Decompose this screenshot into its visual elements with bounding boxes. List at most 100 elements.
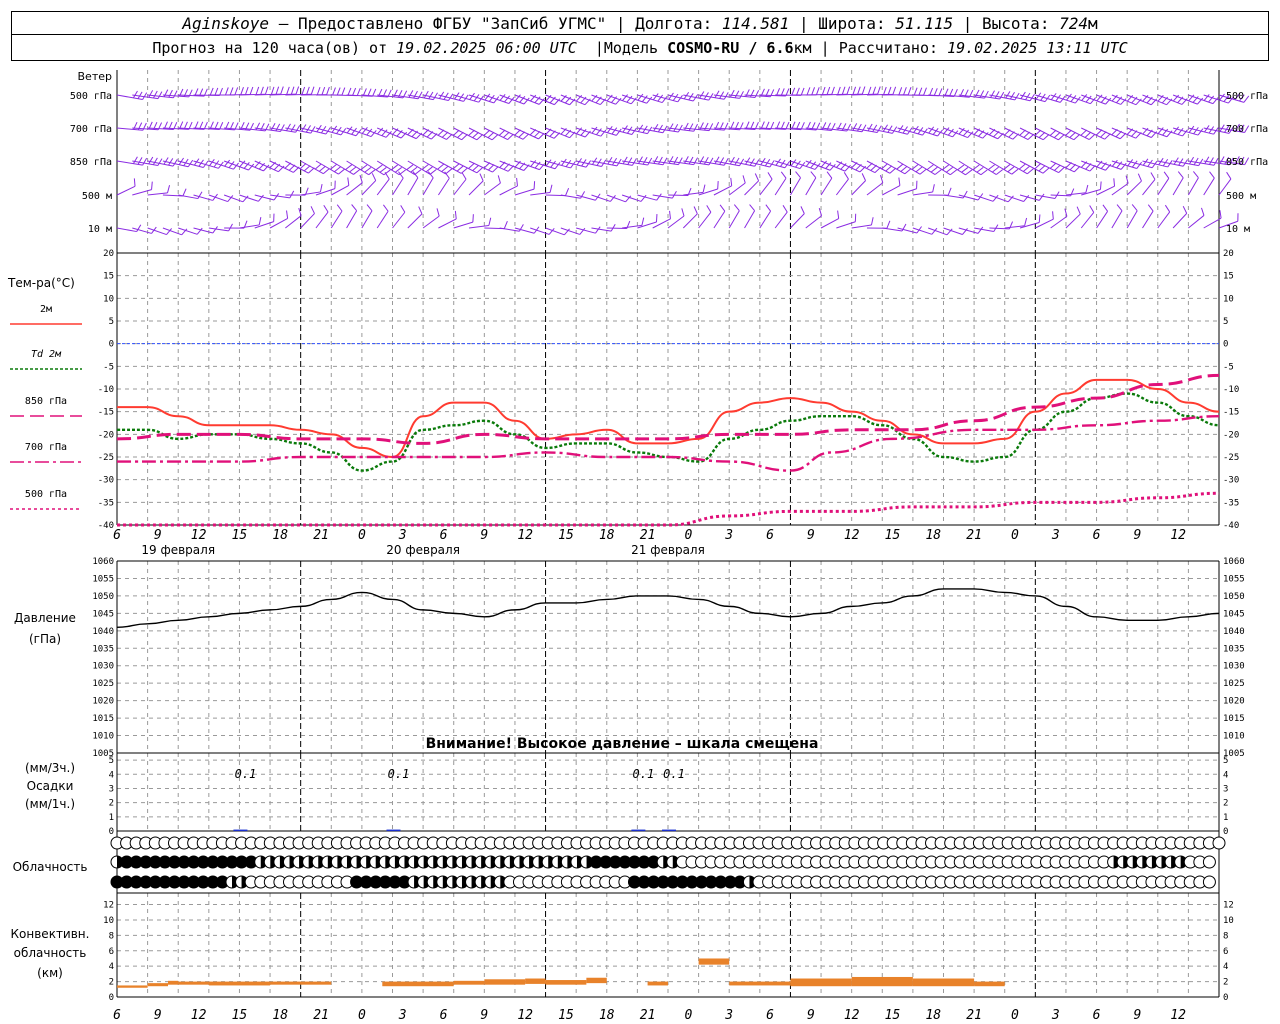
wind-barb-feather xyxy=(212,226,218,234)
wind-barb xyxy=(361,180,377,196)
wind-barb-feather xyxy=(1147,204,1154,212)
wind-barb xyxy=(361,127,387,138)
wind-barb-feather xyxy=(1213,158,1219,166)
convective-title-3: (км) xyxy=(37,966,63,980)
wind-barb-feather xyxy=(323,168,330,175)
x-tick-label-bottom: 12 xyxy=(1170,1008,1186,1023)
x-tick-label-bottom: 21 xyxy=(966,1008,982,1023)
wind-barb xyxy=(468,94,494,104)
alt-value: 724 xyxy=(1059,13,1088,33)
wind-barb-feather xyxy=(172,159,178,167)
tick-label-right: 1050 xyxy=(1223,592,1245,602)
wind-barb-feather xyxy=(468,162,475,169)
legend-label-2: 850 гПа xyxy=(25,396,67,407)
convective-segment xyxy=(117,985,148,988)
wind-barb-feather xyxy=(719,204,726,212)
wind-barb-feather xyxy=(157,91,163,99)
x-tick-label: 12 xyxy=(844,528,860,543)
tick-label-right: 2 xyxy=(1223,799,1228,809)
wind-barb xyxy=(407,177,419,196)
tick-label-right: 12 xyxy=(1223,901,1234,911)
precip-bar xyxy=(386,829,401,832)
wind-level-label-left: 500 гПа xyxy=(70,91,112,102)
convective-segment xyxy=(168,980,179,985)
wind-barb-feather xyxy=(669,210,671,219)
x-tick-label: 3 xyxy=(398,528,407,543)
tick-label-right: -30 xyxy=(1223,476,1239,486)
wind-barb-feather xyxy=(957,164,965,171)
wind-barb-feather xyxy=(225,87,229,96)
wind-barb xyxy=(958,227,979,234)
wind-barb-feather xyxy=(229,87,234,96)
wind-barb-feather xyxy=(336,204,343,212)
wind-barb-feather xyxy=(930,166,938,173)
tick-label-right: 5 xyxy=(1223,756,1228,766)
tick-label-left: 12 xyxy=(103,901,114,911)
wind-barb-feather xyxy=(306,86,310,95)
wind-barb xyxy=(928,127,953,138)
wind-barb xyxy=(1081,94,1106,105)
wind-barb-feather xyxy=(338,168,345,175)
wind-barb-feather xyxy=(867,123,873,132)
wind-barb-feather xyxy=(301,86,306,95)
wind-barb-feather xyxy=(1173,126,1179,134)
tick-label-left: -40 xyxy=(98,521,114,531)
wind-barb-feather xyxy=(1038,131,1046,138)
series-2 xyxy=(116,373,1220,445)
wind-barb-feather xyxy=(394,167,402,173)
wind-barb-feather xyxy=(622,156,628,165)
wind-barb-feather xyxy=(132,156,138,164)
convective-segment xyxy=(647,981,668,986)
legend-label-0: 2м xyxy=(40,304,52,315)
wind-barb-feather xyxy=(353,169,361,175)
cloud-symbol xyxy=(1212,836,1226,850)
alt-unit: м xyxy=(1088,13,1098,33)
wind-barb-feather xyxy=(1007,166,1015,173)
wind-barb-feather xyxy=(428,91,434,100)
model-name: COSMO-RU / 6.6 xyxy=(667,38,794,57)
separator: | xyxy=(615,13,626,33)
wind-barb xyxy=(1019,94,1046,103)
wind-barb-feather xyxy=(408,90,414,98)
tick-label-left: 15 xyxy=(103,272,114,282)
wind-barb-feather xyxy=(476,134,484,141)
x-tick-label-bottom: 0 xyxy=(684,1008,692,1023)
wind-barb xyxy=(774,211,788,229)
tick-label-left: 0 xyxy=(109,827,114,837)
wind-barb-feather xyxy=(1042,133,1050,141)
wind-barb-feather xyxy=(841,86,846,95)
x-tick-label-bottom: 3 xyxy=(724,1008,733,1023)
wind-barb-feather xyxy=(990,90,995,98)
wind-barb-feather xyxy=(414,169,422,175)
cloud-layer xyxy=(110,836,1226,889)
tick-label-left: 10 xyxy=(103,916,114,926)
lat-value: 51.115 xyxy=(895,13,954,33)
precip-annotation: 0.1 xyxy=(663,767,685,781)
wind-barb-feather xyxy=(883,86,887,95)
wind-barb-feather xyxy=(673,124,679,132)
tick-label-right: -35 xyxy=(1223,498,1239,508)
wind-barb-feather xyxy=(668,156,674,164)
wind-barb xyxy=(1142,94,1167,106)
tick-label-left: 1050 xyxy=(92,592,114,602)
x-tick-label-bottom: 9 xyxy=(1133,1008,1141,1023)
wind-barb-feather xyxy=(1136,161,1143,169)
wind-barb xyxy=(820,177,833,196)
wind-level-label-left: 500 м xyxy=(82,191,112,202)
separator: | xyxy=(798,13,809,33)
tick-label-left: 6 xyxy=(109,947,114,957)
wind-barb-feather xyxy=(1042,167,1050,174)
wind-barb xyxy=(1096,211,1109,229)
wind-barb-feather xyxy=(872,86,877,95)
wind-barb-feather xyxy=(826,86,831,95)
tick-label-left: 1020 xyxy=(92,697,114,707)
wind-barb-feather xyxy=(289,190,295,199)
wind-barb-feather xyxy=(739,91,744,99)
wind-level-label-left: 850 гПа xyxy=(70,157,112,168)
wind-barb-feather xyxy=(1038,214,1041,223)
wind-barb-feather xyxy=(182,188,187,197)
wind-barb-feather xyxy=(872,124,878,132)
wind-barb xyxy=(1172,177,1184,196)
wind-barb-feather xyxy=(1058,134,1065,141)
x-tick-label-bottom: 18 xyxy=(599,1008,615,1023)
